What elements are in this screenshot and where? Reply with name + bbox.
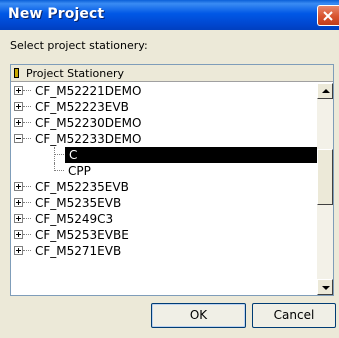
tree-child-item-selected[interactable]: C [11,147,317,163]
arrow-down-icon [322,286,330,290]
tree-item[interactable]: CF_M5271EVB [11,243,317,259]
tree-header-label: Project Stationery [26,67,125,80]
scroll-down-button[interactable] [317,279,333,295]
scroll-up-button[interactable] [317,83,333,99]
ok-button[interactable]: OK [151,303,246,328]
tree-item[interactable]: CF_M5235EVB [11,195,317,211]
tree-item-label: CF_M5253EVBE [35,228,129,242]
tree-rows: CF_M52221DEMO CF_M52223EVB CF_M52230DEMO… [11,83,317,295]
collapse-icon[interactable] [14,134,23,143]
tree-item-label: CF_M5271EVB [35,244,122,258]
close-button[interactable] [317,5,339,26]
expand-icon[interactable] [14,230,23,239]
stationery-tree[interactable]: Project Stationery CF_M52221DEMO CF_M522… [10,64,334,296]
tree-item[interactable]: CF_M5249C3 [11,211,317,227]
expand-icon[interactable] [14,198,23,207]
header-icon [14,68,19,78]
tree-item[interactable]: CF_M5253EVBE [11,227,317,243]
arrow-up-icon [322,89,330,93]
expand-icon[interactable] [14,214,23,223]
tree-item-label: CF_M52221DEMO [35,84,142,98]
tree-item[interactable]: CF_M52230DEMO [11,115,317,131]
close-icon [323,11,333,21]
tree-item-label: CF_M52235EVB [35,180,129,194]
tree-item-label: CPP [68,164,91,178]
vertical-scrollbar[interactable] [317,83,333,295]
tree-item[interactable]: CF_M52221DEMO [11,83,317,99]
title-bar[interactable]: New Project [0,0,339,30]
selection-highlight [65,147,317,163]
tree-item-label: CF_M5235EVB [35,196,122,210]
new-project-dialog: New Project Select project stationery: P… [0,0,339,338]
expand-icon[interactable] [14,102,23,111]
scroll-thumb[interactable] [317,149,333,205]
tree-item[interactable]: CF_M52223EVB [11,99,317,115]
expand-icon[interactable] [14,118,23,127]
cancel-button[interactable]: Cancel [252,303,336,328]
tree-header[interactable]: Project Stationery [11,65,333,82]
tree-item-label: CF_M5249C3 [35,212,114,226]
tree-child-item[interactable]: CPP [11,163,317,179]
tree-item-label: CF_M52223EVB [35,100,129,114]
tree-item-label: CF_M52230DEMO [35,116,142,130]
tree-item-expanded[interactable]: CF_M52233DEMO [11,131,317,147]
expand-icon[interactable] [14,246,23,255]
tree-item[interactable]: CF_M52235EVB [11,179,317,195]
tree-item-label: C [69,148,78,162]
prompt-label: Select project stationery: [10,39,148,52]
tree-item-label: CF_M52233DEMO [35,132,142,146]
window-title: New Project [8,6,105,22]
expand-icon[interactable] [14,86,23,95]
expand-icon[interactable] [14,182,23,191]
